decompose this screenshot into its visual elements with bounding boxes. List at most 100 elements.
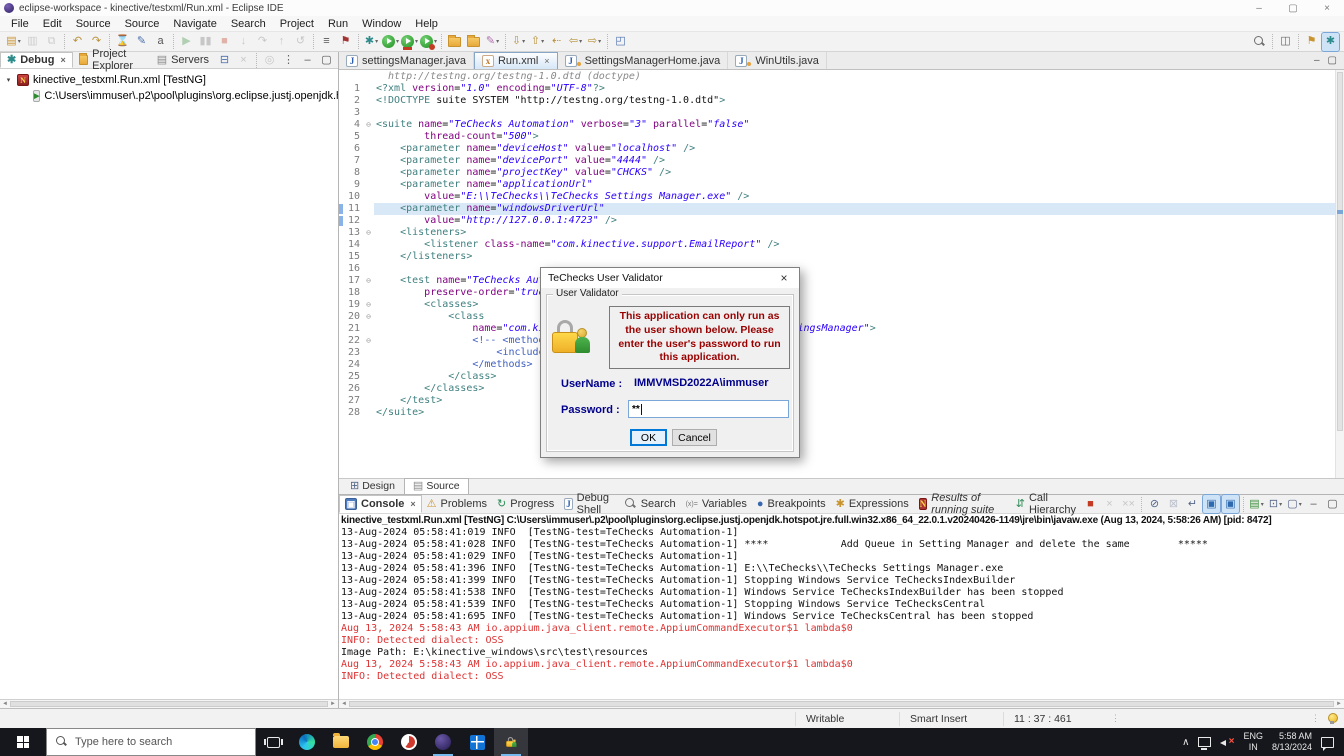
cancel-button[interactable]: Cancel: [672, 429, 717, 446]
code-line-28[interactable]: 28 </suite>: [339, 407, 1344, 419]
taskbar-search-input[interactable]: Type here to search: [46, 728, 256, 756]
editor-vscrollbar[interactable]: [1335, 70, 1344, 478]
editor-tab-settingsmanagerhome-java[interactable]: J SettingsManagerHome.java: [558, 52, 729, 69]
code-line-11[interactable]: 11 <parameter name="windowsDriverUrl": [339, 203, 1344, 215]
taskbar-task-view-button[interactable]: [256, 728, 290, 756]
code-line-18[interactable]: 18 preserve-order="true">: [339, 287, 1344, 299]
fold-collapse-icon[interactable]: ⊖: [363, 335, 374, 347]
skip-all-breakpoints-button[interactable]: ⚑: [337, 33, 354, 51]
taskbar-chrome-button[interactable]: [358, 728, 392, 756]
page-tab-source[interactable]: ▤ Source: [403, 478, 469, 494]
search-button[interactable]: [1251, 33, 1268, 51]
tree-item[interactable]: ▾ Nkinective_testxml.Run.xml [TestNG]: [0, 72, 338, 88]
open-console-button[interactable]: ▤ ▾: [1248, 495, 1265, 513]
notification-center-icon[interactable]: [1321, 736, 1334, 751]
fold-collapse-icon[interactable]: ⊖: [363, 275, 374, 287]
tree-item[interactable]: ▶ C:\Users\immuser\.p2\pool\plugins\org.e…: [0, 88, 338, 104]
forward-button[interactable]: ⇨ ▾: [586, 33, 603, 51]
code-line-19[interactable]: 19 ⊖ <classes>: [339, 299, 1344, 311]
code-line-7[interactable]: 7 <parameter name="devicePort" value="44…: [339, 155, 1344, 167]
scroll-right-icon[interactable]: ►: [1334, 700, 1344, 708]
volume-muted-icon[interactable]: [1220, 736, 1234, 748]
menu-help[interactable]: Help: [408, 18, 445, 30]
console-tab-call-hierarchy[interactable]: ⇵ Call Hierarchy: [1011, 492, 1081, 516]
open-type-button[interactable]: a: [152, 33, 169, 51]
terminate-button[interactable]: ■: [1082, 495, 1099, 513]
maximize-editor-icon[interactable]: ▢: [1328, 55, 1337, 66]
code-line-17[interactable]: 17 ⊖ <test name="TeChecks Automation-1": [339, 275, 1344, 287]
code-line-header[interactable]: http://testng.org/testng-1.0.dtd (doctyp…: [339, 71, 1344, 83]
taskbar-app-tiles-button[interactable]: [460, 728, 494, 756]
editor-tab-run-xml[interactable]: x Run.xml ×: [473, 52, 558, 69]
start-button[interactable]: [0, 728, 46, 756]
expand-chevron-icon[interactable]: ▾: [4, 76, 13, 84]
code-line-13[interactable]: 13 ⊖ <listeners>: [339, 227, 1344, 239]
previous-annotation-dropdown-icon[interactable]: ▾: [541, 38, 544, 45]
next-annotation-dropdown-icon[interactable]: ▾: [522, 38, 525, 45]
menu-file[interactable]: File: [4, 18, 36, 30]
word-wrap-button[interactable]: ↵: [1184, 495, 1201, 513]
console-tab-expressions[interactable]: ✱ Expressions: [831, 495, 914, 513]
next-annotation-button[interactable]: ⇩ ▾: [510, 33, 527, 51]
code-editor[interactable]: http://testng.org/testng-1.0.dtd (doctyp…: [339, 70, 1344, 478]
minimize-button[interactable]: –: [299, 51, 316, 69]
code-line-4[interactable]: 4 ⊖ <suite name="TeChecks Automation" verb…: [339, 119, 1344, 131]
dialog-title-bar[interactable]: TeChecks User Validator ×: [541, 268, 799, 288]
taskbar-eclipse-button[interactable]: [426, 728, 460, 756]
menu-source-2[interactable]: Source: [118, 18, 167, 30]
debug-button[interactable]: ✱ ▾: [363, 33, 380, 51]
open-project-button[interactable]: [465, 33, 482, 51]
console-tab-console[interactable]: ▣ Console ×: [339, 495, 422, 513]
open-perspective-button[interactable]: ◫: [1277, 33, 1294, 51]
display-selected-console-button[interactable]: ⊡ ▾: [1267, 495, 1284, 513]
debug-perspective-button[interactable]: ✱: [1321, 31, 1340, 52]
taskbar-app-red-button[interactable]: [392, 728, 426, 756]
coverage-button[interactable]: ▾: [401, 33, 418, 51]
clock[interactable]: 5:58 AM 8/13/2024: [1272, 731, 1312, 753]
scroll-thumb[interactable]: [10, 701, 328, 707]
back-dropdown-icon[interactable]: ▾: [579, 38, 582, 45]
minimize-button[interactable]: –: [1242, 0, 1276, 16]
new-dropdown-icon[interactable]: ▾: [18, 38, 21, 45]
coverage-dropdown-icon[interactable]: ▾: [415, 38, 418, 45]
debug-dropdown-icon[interactable]: ▾: [375, 38, 378, 45]
password-input[interactable]: **: [628, 400, 789, 418]
code-line-8[interactable]: 8 <parameter name="projectKey" value="CH…: [339, 167, 1344, 179]
run-dropdown-icon[interactable]: ▾: [396, 38, 399, 45]
code-line-12[interactable]: 12 value="http://127.0.0.1:4723" />: [339, 215, 1344, 227]
scroll-thumb[interactable]: [349, 701, 1334, 707]
undo-button[interactable]: ↶: [69, 33, 86, 51]
console-tab-problems[interactable]: ⚠ Problems: [422, 495, 492, 513]
new-console-view-dropdown-icon[interactable]: ▾: [1299, 501, 1302, 508]
taskbar-techecks-validator-button[interactable]: [494, 728, 528, 756]
code-line-16[interactable]: 16: [339, 263, 1344, 275]
external-tools-dropdown-icon[interactable]: ▾: [496, 38, 499, 45]
scroll-left-icon[interactable]: ◄: [339, 700, 349, 708]
new-button[interactable]: ▤ ▾: [5, 33, 22, 51]
ok-button[interactable]: OK: [630, 429, 667, 446]
dialog-close-icon[interactable]: ×: [769, 268, 799, 288]
display-selected-console-dropdown-icon[interactable]: ▾: [1279, 501, 1282, 508]
menu-window[interactable]: Window: [355, 18, 408, 30]
pin-console-button[interactable]: ▣: [1202, 494, 1221, 514]
view-tab-debug[interactable]: ✱ Debug ×: [0, 52, 73, 68]
pin-editor-button[interactable]: ◰: [612, 33, 629, 51]
console-log-output[interactable]: 13-Aug-2024 05:58:41:019 INFO [TestNG-te…: [339, 527, 1344, 699]
menu-navigate[interactable]: Navigate: [166, 18, 223, 30]
run-button[interactable]: ▾: [382, 33, 399, 51]
code-line-14[interactable]: 14 <listener class-name="com.kinective.s…: [339, 239, 1344, 251]
fold-collapse-icon[interactable]: ⊖: [363, 311, 374, 323]
code-line-22[interactable]: 22 ⊖ <!-- <methods>: [339, 335, 1344, 347]
console-tab-debug-shell[interactable]: J Debug Shell: [559, 492, 619, 516]
console-hscrollbar[interactable]: ◄ ►: [339, 699, 1344, 708]
vscroll-thumb[interactable]: [1337, 72, 1343, 432]
maximize-button[interactable]: ▢: [318, 51, 335, 69]
console-tab-progress[interactable]: ↻ Progress: [492, 495, 559, 513]
menu-search[interactable]: Search: [224, 18, 273, 30]
menu-edit[interactable]: Edit: [36, 18, 69, 30]
code-line-26[interactable]: 26 </classes>: [339, 383, 1344, 395]
console-tab-search[interactable]: Search: [620, 495, 681, 513]
close-run-xml-icon[interactable]: ×: [544, 56, 549, 66]
new-console-view-button[interactable]: ▢ ▾: [1286, 495, 1303, 513]
network-icon[interactable]: [1198, 737, 1212, 750]
